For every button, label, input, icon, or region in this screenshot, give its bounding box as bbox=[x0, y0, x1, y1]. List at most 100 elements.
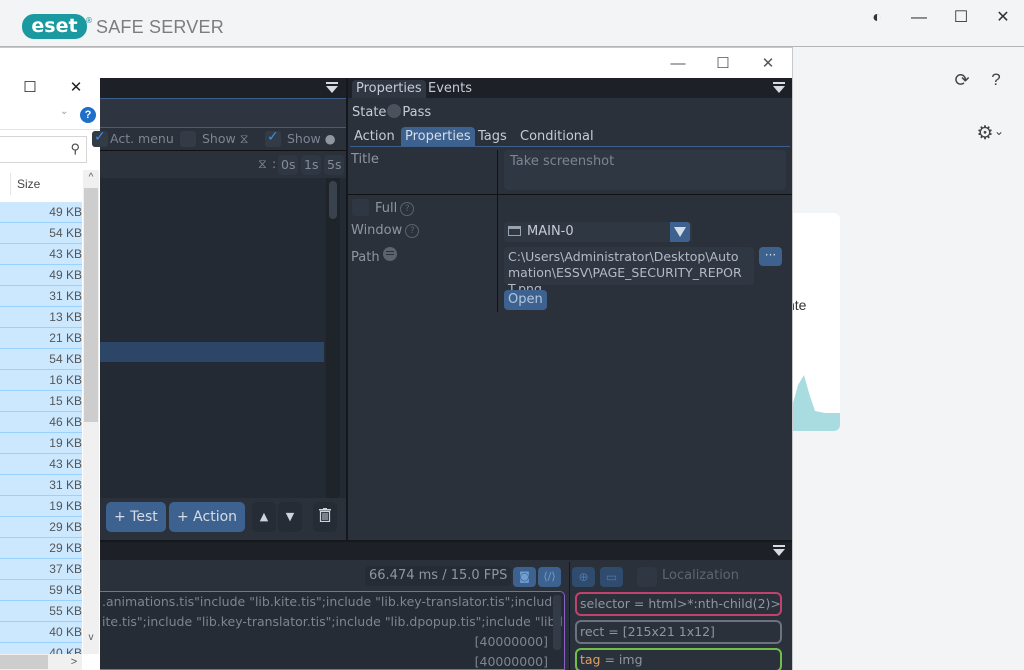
list-item[interactable]: 31 KB bbox=[0, 475, 82, 496]
divider bbox=[497, 150, 498, 312]
list-item[interactable]: 15 KB bbox=[0, 391, 82, 412]
scroll-right-icon[interactable]: > bbox=[66, 654, 82, 670]
camera-icon[interactable]: ◙ bbox=[513, 567, 536, 587]
add-action-button[interactable]: + Action bbox=[169, 502, 246, 532]
scroll-thumb[interactable] bbox=[329, 181, 337, 219]
search-icon[interactable]: ⚲ bbox=[70, 141, 80, 157]
console-output[interactable]: .animations.tis"include "lib.kite.tis";i… bbox=[100, 591, 565, 670]
scroll-thumb[interactable] bbox=[0, 655, 48, 669]
search-input[interactable]: ⚲ bbox=[0, 136, 87, 163]
settings-icon[interactable]: ⚙ bbox=[975, 122, 995, 145]
add-test-button[interactable]: + Test bbox=[106, 502, 166, 532]
tree-scrollbar[interactable] bbox=[326, 178, 340, 498]
vertical-scrollbar[interactable]: ^ v bbox=[83, 170, 99, 654]
full-checkbox[interactable] bbox=[352, 199, 369, 216]
show-timer-checkbox[interactable] bbox=[180, 131, 196, 147]
tab-events[interactable]: Events bbox=[424, 80, 476, 98]
list-item[interactable]: 29 KB bbox=[0, 517, 82, 538]
filter-icon[interactable] bbox=[773, 545, 785, 557]
selector-field[interactable]: selector = html>*:nth-child(2)>*: bbox=[575, 592, 782, 616]
column-header-size[interactable]: Size bbox=[0, 169, 82, 200]
list-item[interactable]: 49 KB bbox=[0, 202, 82, 223]
list-item[interactable]: 43 KB bbox=[0, 244, 82, 265]
list-item[interactable]: 29 KB bbox=[0, 538, 82, 559]
list-item[interactable]: 16 KB bbox=[0, 370, 82, 391]
hourglass-icon: ⧖ bbox=[258, 156, 267, 171]
help-icon[interactable]: ? bbox=[80, 107, 96, 123]
move-up-button[interactable]: ▲ bbox=[252, 502, 276, 532]
window-icon bbox=[508, 226, 521, 236]
time-0s-button[interactable]: 0s bbox=[278, 155, 299, 175]
title-field[interactable]: Take screenshot bbox=[504, 150, 786, 190]
subtab-tags[interactable]: Tags bbox=[474, 127, 511, 146]
localization-label: Localization bbox=[662, 568, 739, 583]
list-item[interactable]: 59 KB bbox=[0, 580, 82, 601]
outer-close-button[interactable]: ✕ bbox=[758, 54, 778, 74]
selected-tree-item[interactable] bbox=[100, 342, 324, 362]
list-item[interactable]: 21 KB bbox=[0, 328, 82, 349]
path-field[interactable]: C:\Users\Administrator\Desktop\Automatio… bbox=[504, 247, 754, 296]
show-timer-label: Show ⧖ bbox=[202, 131, 249, 146]
tab-properties[interactable]: Properties bbox=[352, 80, 426, 98]
list-item[interactable]: 54 KB bbox=[0, 349, 82, 370]
time-5s-button[interactable]: 5s bbox=[324, 155, 345, 175]
window-icon[interactable]: ▭ bbox=[600, 567, 623, 587]
open-button[interactable]: Open bbox=[504, 290, 547, 310]
list-item[interactable]: 19 KB bbox=[0, 433, 82, 454]
contrast-icon[interactable]: ◐ bbox=[867, 8, 887, 28]
list-item[interactable]: 54 KB bbox=[0, 223, 82, 244]
chart-area-fill bbox=[793, 375, 840, 431]
path-label: Path bbox=[351, 247, 397, 265]
window-select[interactable]: MAIN-0 bbox=[504, 222, 692, 242]
list-item[interactable]: 31 KB bbox=[0, 286, 82, 307]
pane-header bbox=[100, 542, 792, 560]
scroll-up-icon[interactable]: ^ bbox=[83, 170, 99, 186]
subtab-properties[interactable]: Properties bbox=[401, 127, 475, 146]
list-item[interactable]: 55 KB bbox=[0, 601, 82, 622]
move-down-button[interactable]: ▼ bbox=[278, 502, 302, 532]
list-item[interactable]: 40 KB bbox=[0, 622, 82, 643]
console-line: ite.tis";include "lib.key-translator.tis… bbox=[102, 614, 565, 629]
list-item[interactable]: 46 KB bbox=[0, 412, 82, 433]
column-divider[interactable] bbox=[10, 173, 11, 195]
outer-minimize-button[interactable]: — bbox=[668, 54, 688, 74]
rect-field[interactable]: rect = [215x21 1x12] bbox=[575, 620, 782, 644]
chevron-down-icon[interactable]: ⌄ bbox=[993, 124, 1005, 138]
delete-button[interactable] bbox=[313, 502, 337, 532]
maximize-button[interactable]: ☐ bbox=[951, 8, 971, 28]
target-icon[interactable]: ⊕ bbox=[572, 567, 595, 587]
explorer-maximize-button[interactable]: ☐ bbox=[20, 78, 40, 98]
filter-icon[interactable] bbox=[773, 82, 785, 94]
dropdown-arrow-icon[interactable] bbox=[670, 222, 690, 242]
scroll-down-icon[interactable]: v bbox=[83, 630, 99, 646]
act-menu-label: Act. menu bbox=[110, 131, 174, 146]
help-icon[interactable]: ? bbox=[987, 70, 1005, 90]
act-menu-checkbox[interactable] bbox=[92, 129, 108, 147]
list-item[interactable]: 49 KB bbox=[0, 265, 82, 286]
test-tree[interactable] bbox=[100, 178, 346, 498]
filter-icon[interactable] bbox=[326, 82, 338, 94]
subtab-conditional[interactable]: Conditional bbox=[516, 127, 598, 146]
browse-button[interactable]: ··· bbox=[759, 247, 782, 266]
scroll-thumb[interactable] bbox=[84, 188, 98, 422]
time-1s-button[interactable]: 1s bbox=[301, 155, 322, 175]
explorer-close-button[interactable]: ✕ bbox=[66, 78, 86, 98]
show-pointer-checkbox[interactable] bbox=[265, 129, 281, 147]
tag-field[interactable]: tag = img bbox=[575, 648, 782, 670]
localization-checkbox[interactable] bbox=[637, 567, 657, 587]
list-item[interactable]: 43 KB bbox=[0, 454, 82, 475]
list-item[interactable]: 37 KB bbox=[0, 559, 82, 580]
logo-registered: ® bbox=[85, 16, 93, 25]
outer-maximize-button[interactable]: ☐ bbox=[713, 54, 733, 74]
subtab-action[interactable]: Action bbox=[350, 127, 399, 146]
chevron-down-icon[interactable]: ⌄ bbox=[60, 106, 68, 117]
eset-header: eset ® SAFE SERVER ◐ — ☐ ✕ bbox=[0, 0, 1024, 47]
close-button[interactable]: ✕ bbox=[993, 8, 1013, 28]
horizontal-scrollbar[interactable]: > bbox=[0, 654, 82, 670]
minimize-button[interactable]: — bbox=[909, 8, 929, 28]
refresh-icon[interactable]: ⟳ bbox=[951, 70, 973, 91]
console-scrollbar[interactable] bbox=[553, 595, 561, 650]
list-item[interactable]: 13 KB bbox=[0, 307, 82, 328]
code-icon[interactable]: ⟨/⟩ bbox=[538, 567, 561, 587]
list-item[interactable]: 19 KB bbox=[0, 496, 82, 517]
